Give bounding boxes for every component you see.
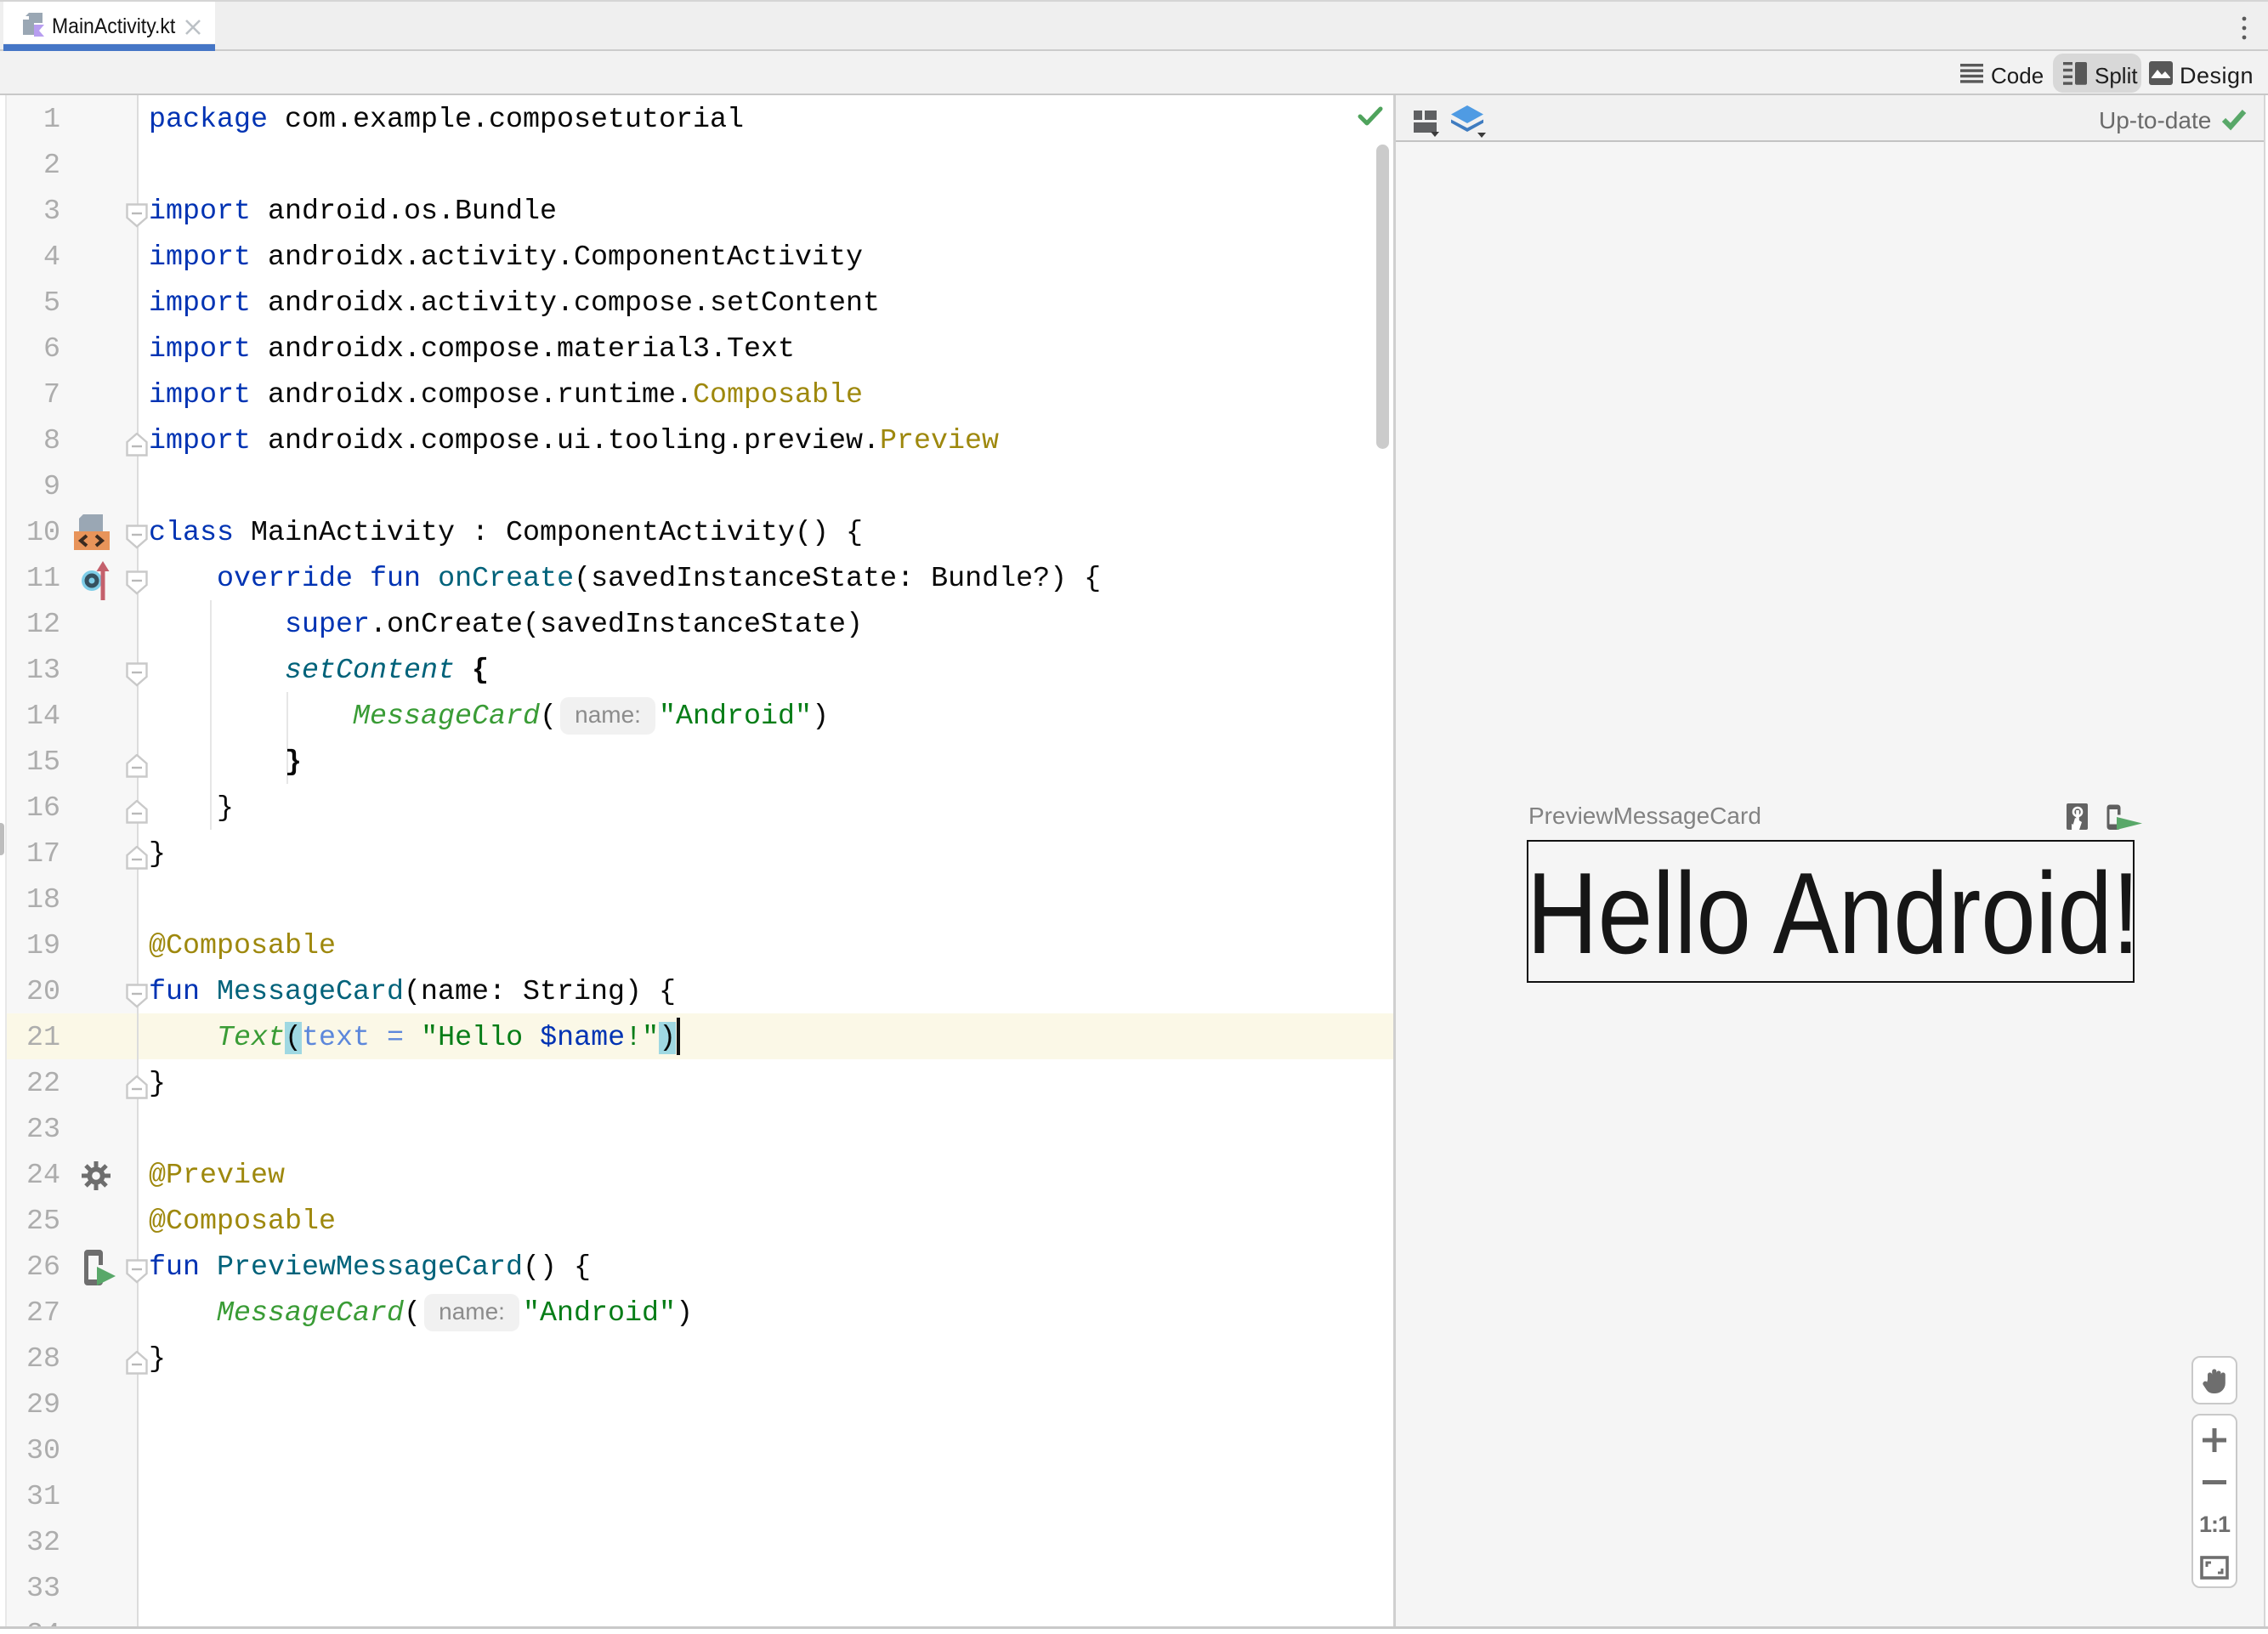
svg-text:Hello Android!: Hello Android! [1527, 848, 2135, 978]
